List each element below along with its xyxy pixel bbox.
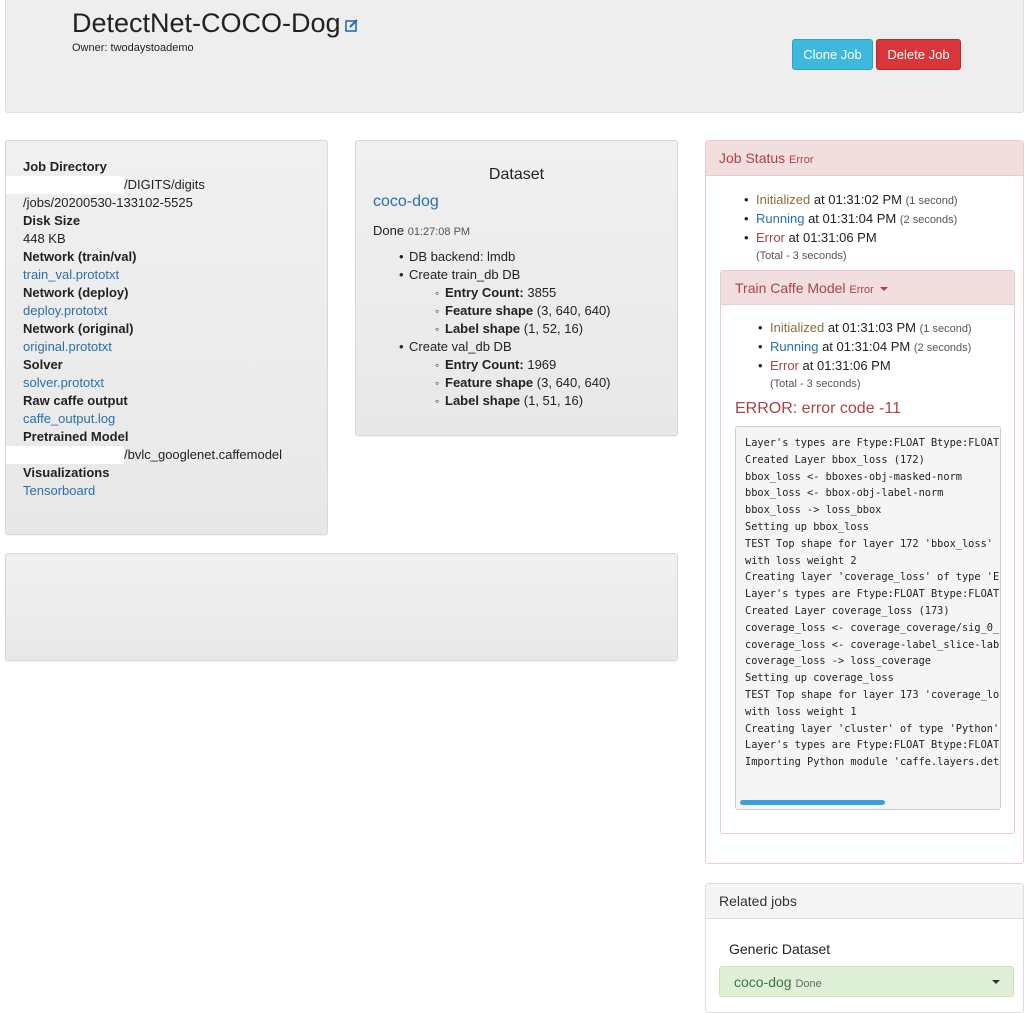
train-model-events: Initialized at 01:31:03 PM (1 second) Ru…	[758, 319, 972, 393]
train-feature-shape: Feature shape (3, 640, 640)	[435, 302, 611, 320]
visualizations-label: Visualizations	[23, 465, 110, 480]
network-trainval-label: Network (train/val)	[23, 249, 137, 264]
solver-link[interactable]: solver.prototxt	[23, 374, 323, 392]
job-status-title: Job Status	[719, 150, 786, 166]
network-original-link[interactable]: original.prototxt	[23, 338, 323, 356]
raw-output-label: Raw caffe output	[23, 393, 128, 408]
empty-panel	[5, 553, 678, 661]
redacted-path	[6, 446, 124, 464]
related-job-badge: Done	[795, 978, 822, 990]
network-deploy-link[interactable]: deploy.prototxt	[23, 302, 323, 320]
edit-icon[interactable]	[344, 18, 359, 32]
network-trainval-link[interactable]: train_val.prototxt	[23, 266, 323, 284]
tensorboard-link[interactable]: Tensorboard	[23, 482, 323, 500]
status-event-running: Running at 01:31:04 PM (2 seconds)	[744, 210, 958, 229]
status-event-error: Error at 01:31:06 PM	[744, 229, 958, 247]
train-entry-count: Entry Count: 3855	[435, 284, 611, 302]
job-header: DetectNet-COCO-Dog Owner: twodaystoademo…	[5, 0, 1024, 113]
dataset-done-label: Done	[373, 223, 405, 238]
job-directory-label: Job Directory	[23, 159, 107, 174]
disk-size-value: 448 KB	[23, 231, 66, 246]
job-directory-value: /DIGITS/digits	[6, 176, 323, 194]
dataset-heading: Dataset	[488, 166, 545, 183]
train-total: (Total - 3 seconds)	[770, 378, 861, 390]
job-status-panel: Job Status Error Initialized at 01:31:02…	[705, 140, 1024, 864]
related-job-name: coco-dog	[734, 974, 792, 990]
delete-job-button[interactable]: Delete Job	[876, 39, 961, 70]
train-event-error: Error at 01:31:06 PM	[758, 357, 972, 375]
job-status-events: Initialized at 01:31:02 PM (1 second) Ru…	[744, 191, 958, 265]
dataset-name-link[interactable]: coco-dog	[373, 193, 439, 211]
pretrained-model-label: Pretrained Model	[23, 429, 129, 444]
solver-label: Solver	[23, 357, 63, 372]
disk-size-label: Disk Size	[23, 213, 81, 228]
pretrained-model-value: /bvlc_googlenet.caffemodel	[6, 446, 323, 464]
train-model-panel: Train Caffe Model Error Initialized at 0…	[720, 270, 1015, 834]
network-original-label: Network (original)	[23, 321, 134, 336]
job-title-text: DetectNet-COCO-Dog	[72, 8, 341, 38]
pretrained-model-path: /bvlc_googlenet.caffemodel	[124, 447, 283, 462]
val-db-item: Create val_db DB	[399, 338, 611, 356]
job-status-badge: Error	[789, 154, 814, 166]
train-event-running: Running at 01:31:04 PM (2 seconds)	[758, 338, 972, 357]
error-log-text: Layer's types are Ftype:FLOAT Btype:FLOA…	[745, 437, 1000, 769]
job-directory-line1: /DIGITS/digits	[124, 177, 205, 192]
dataset-done-time: 01:27:08 PM	[407, 226, 471, 238]
error-log[interactable]: Layer's types are Ftype:FLOAT Btype:FLOA…	[735, 426, 1001, 810]
related-job-item[interactable]: coco-dog Done	[719, 966, 1014, 997]
job-owner: Owner: twodaystoademo	[72, 42, 194, 54]
val-label-shape: Label shape (1, 51, 16)	[435, 392, 611, 410]
redacted-path	[6, 176, 124, 194]
job-info-panel: Job Directory /DIGITS/digits /jobs/20200…	[5, 140, 328, 535]
job-directory-line2: /jobs/20200530-133102-5525	[23, 195, 193, 210]
related-jobs-subtitle: Generic Dataset	[729, 941, 831, 957]
related-jobs-panel: Related jobs Generic Dataset coco-dog Do…	[705, 883, 1024, 1013]
dataset-panel: Dataset coco-dog Done 01:27:08 PM DB bac…	[355, 140, 678, 436]
error-title: ERROR: error code -11	[735, 400, 901, 417]
train-event-initialized: Initialized at 01:31:03 PM (1 second)	[758, 319, 972, 338]
train-label-shape: Label shape (1, 52, 16)	[435, 320, 611, 338]
clone-job-button[interactable]: Clone Job	[792, 39, 873, 70]
network-deploy-label: Network (deploy)	[23, 285, 129, 300]
caret-down-icon	[992, 980, 1000, 984]
db-backend-item: DB backend: lmdb	[399, 248, 611, 266]
job-status-header: Job Status Error	[706, 141, 1023, 176]
status-event-initialized: Initialized at 01:31:02 PM (1 second)	[744, 191, 958, 210]
dataset-done-status: Done 01:27:08 PM	[373, 223, 470, 238]
status-total: (Total - 3 seconds)	[756, 250, 847, 262]
job-title: DetectNet-COCO-Dog	[72, 8, 359, 39]
raw-output-link[interactable]: caffe_output.log	[23, 410, 323, 428]
train-db-item: Create train_db DB	[399, 266, 611, 284]
train-model-title: Train Caffe Model	[735, 280, 846, 296]
val-feature-shape: Feature shape (3, 640, 640)	[435, 374, 611, 392]
val-entry-count: Entry Count: 1969	[435, 356, 611, 374]
caret-down-icon	[879, 287, 888, 292]
train-model-header[interactable]: Train Caffe Model Error	[721, 271, 1014, 305]
log-horizontal-scrollbar[interactable]	[740, 800, 885, 805]
train-model-badge: Error	[849, 284, 874, 296]
dataset-details-list: DB backend: lmdb Create train_db DB Entr…	[399, 248, 611, 410]
related-jobs-header: Related jobs	[706, 884, 1023, 919]
